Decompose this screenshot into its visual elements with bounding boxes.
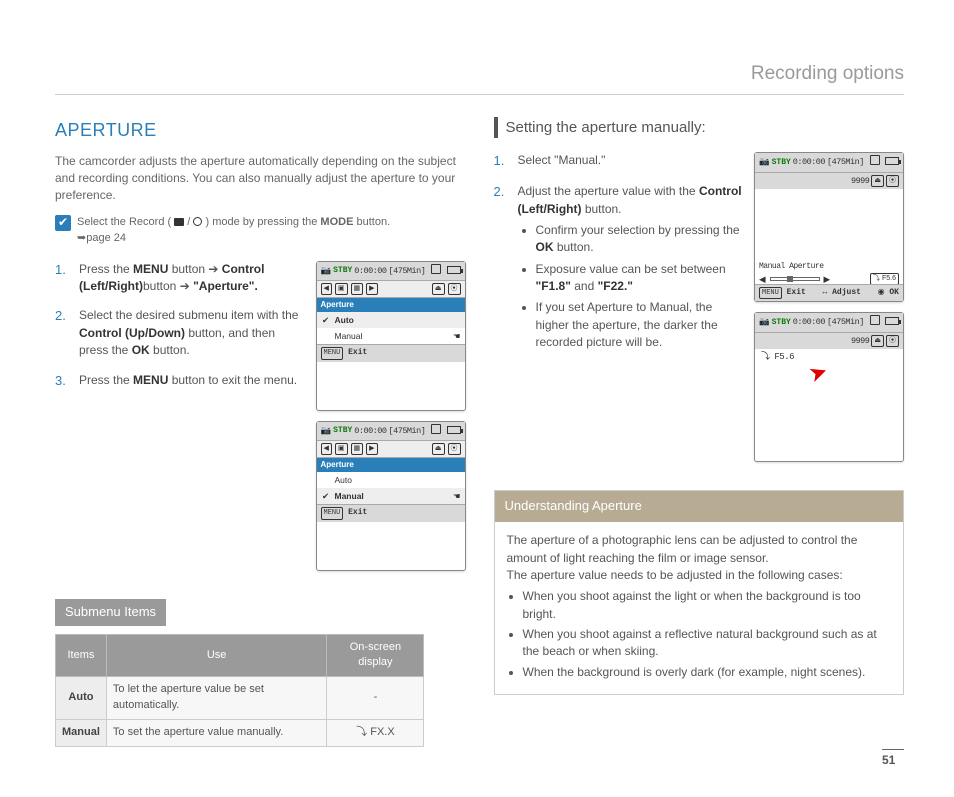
aperture-icon: ⤵ xyxy=(356,726,367,738)
check-icon: ✔ xyxy=(55,215,71,231)
bullet: Confirm your selection by pressing the O… xyxy=(536,222,745,257)
pointer-icon: ➤ xyxy=(804,355,832,391)
lcd-screenshot-3: 📷STBY 0:00:00 [475Min] 9999 ⏏ ⦿ Manual A… xyxy=(754,152,904,302)
page-number: 51 xyxy=(882,749,904,769)
note-text-d: button. xyxy=(356,216,390,228)
note-text-a: Select the Record ( xyxy=(77,216,171,228)
understanding-aperture-box: Understanding Aperture The aperture of a… xyxy=(494,490,905,695)
step-2: Select the desired submenu item with the… xyxy=(79,307,306,359)
step-1: Press the MENU button ➔ Control (Left/Ri… xyxy=(79,261,306,296)
note-mode-bold: MODE xyxy=(320,216,353,228)
step-3: Press the MENU button to exit the menu. xyxy=(79,372,306,391)
right-column: Setting the aperture manually: Select "M… xyxy=(494,117,905,758)
info-title: Understanding Aperture xyxy=(495,491,904,522)
info-p2: The aperture value needs to be adjusted … xyxy=(507,567,892,584)
photo-icon xyxy=(193,217,202,226)
th-items: Items xyxy=(56,634,107,677)
section-title-aperture: APERTURE xyxy=(55,117,466,143)
table-row: Auto To let the aperture value be set au… xyxy=(56,677,424,720)
subsection-title: Setting the aperture manually: xyxy=(494,117,905,139)
info-p1: The aperture of a photographic lens can … xyxy=(507,532,892,567)
note-text-c: ) mode by pressing the xyxy=(205,216,320,228)
bullet: Exposure value can be set between "F1.8"… xyxy=(536,261,745,296)
r-step-2: Adjust the aperture value with the Contr… xyxy=(518,183,745,356)
lcd-screenshot-1: 📷STBY 0:00:00 [475Min] ◀▣▦▶⏏⦿ Aperture ✔… xyxy=(316,261,466,411)
info-li: When the background is overly dark (for … xyxy=(523,664,892,681)
note-page-ref: ➥page 24 xyxy=(77,232,126,244)
mode-note: ✔ Select the Record ( / ) mode by pressi… xyxy=(55,215,466,247)
r-step-1: Select "Manual." xyxy=(518,152,745,171)
left-column: APERTURE The camcorder adjusts the apert… xyxy=(55,117,466,758)
submenu-table: Items Use On-screen display Auto To let … xyxy=(55,634,424,748)
bullet: If you set Aperture to Manual, the highe… xyxy=(536,299,745,351)
lcd-screenshot-2: 📷STBY 0:00:00 [475Min] ◀▣▦▶⏏⦿ Aperture A… xyxy=(316,421,466,571)
video-icon xyxy=(174,218,184,226)
page-header: Recording options xyxy=(55,60,904,95)
th-display: On-screen display xyxy=(327,634,424,677)
th-use: Use xyxy=(106,634,326,677)
info-li: When you shoot against the light or when… xyxy=(523,588,892,623)
table-row: Manual To set the aperture value manuall… xyxy=(56,720,424,747)
info-li: When you shoot against a reflective natu… xyxy=(523,626,892,661)
submenu-items-label: Submenu Items xyxy=(55,599,166,626)
lcd-screenshot-4: 📷STBY 0:00:00 [475Min] 9999 ⏏ ⦿ ⤵ F5.6 ➤ xyxy=(754,312,904,462)
intro-text: The camcorder adjusts the aperture autom… xyxy=(55,153,466,205)
